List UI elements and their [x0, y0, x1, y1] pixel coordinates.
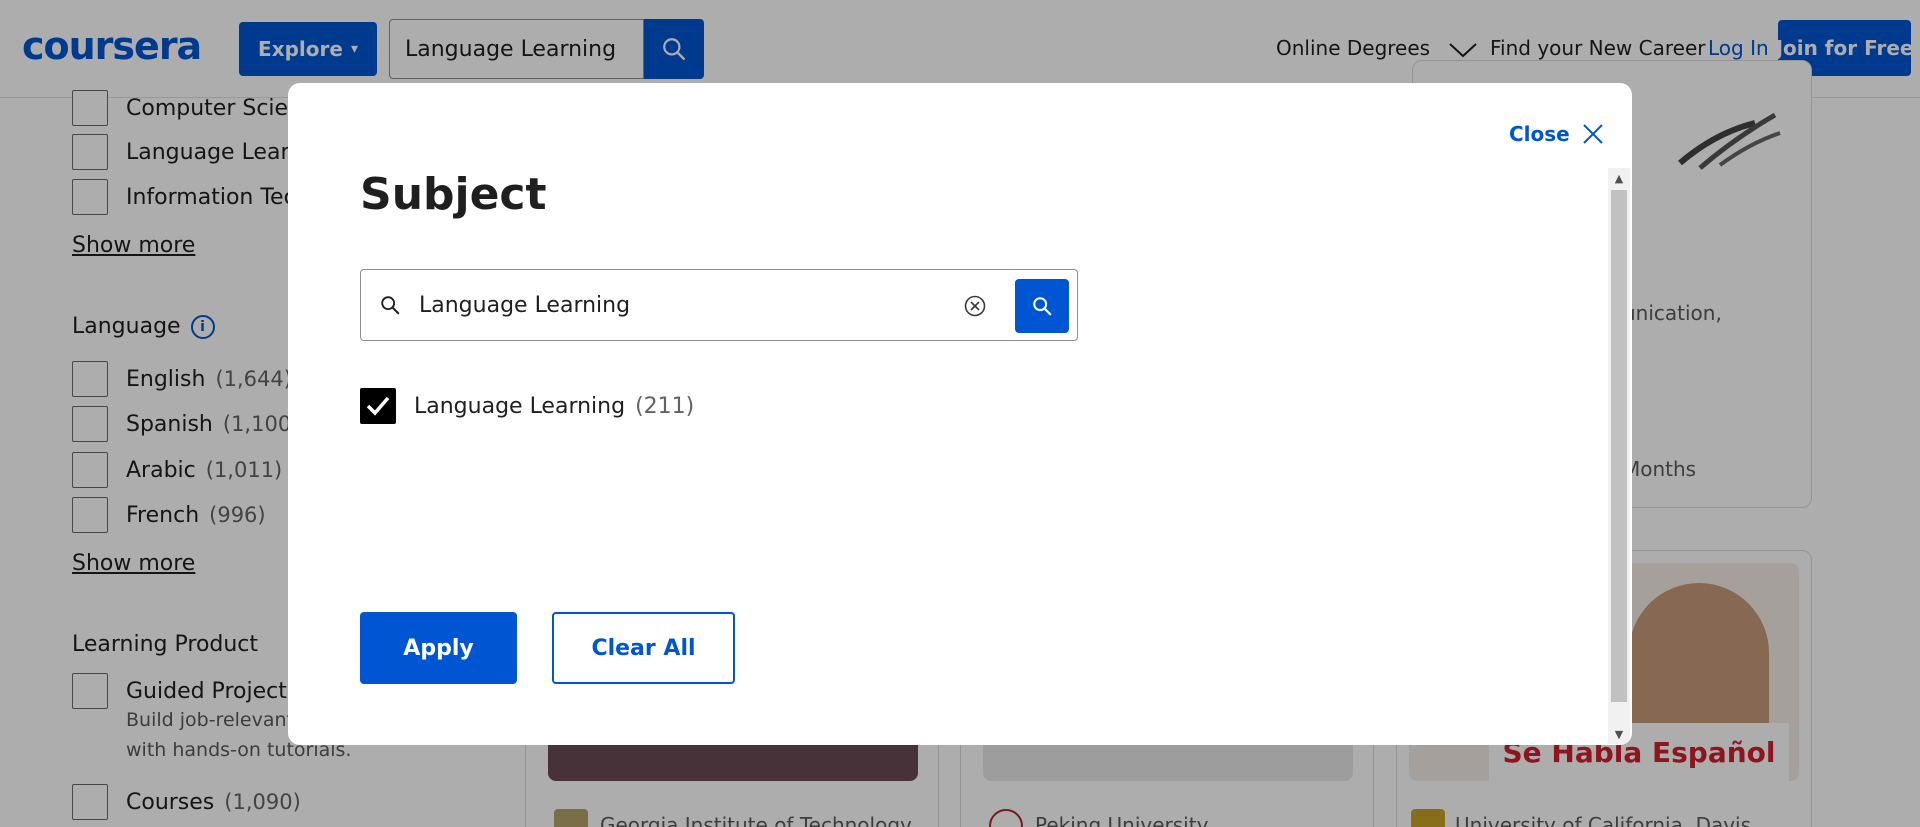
scroll-thumb[interactable]: [1611, 190, 1627, 702]
apply-button[interactable]: Apply: [360, 612, 517, 684]
close-icon: [1583, 124, 1603, 144]
close-button[interactable]: Close: [1509, 122, 1604, 146]
search-icon: [1033, 297, 1052, 316]
close-label: Close: [1509, 122, 1570, 146]
modal-title: Subject: [360, 169, 547, 220]
scroll-up-arrow[interactable]: ▲: [1608, 168, 1630, 188]
checkmark-icon: [366, 396, 390, 416]
modal-scrollbar[interactable]: ▲ ▼: [1608, 168, 1630, 744]
search-icon: [381, 296, 400, 315]
subject-search-input[interactable]: [419, 284, 939, 326]
scroll-down-arrow[interactable]: ▼: [1608, 724, 1630, 744]
clear-all-button[interactable]: Clear All: [552, 612, 735, 684]
clear-search-icon[interactable]: [964, 295, 986, 317]
checked-checkbox[interactable]: [360, 388, 396, 424]
subject-search-button[interactable]: [1015, 279, 1069, 333]
option-label: Language Learning: [414, 393, 626, 419]
option-count: (211): [635, 393, 695, 419]
subject-filter-modal: Close Subject Language Learning (211) Ap…: [288, 83, 1632, 745]
subject-search-box: [360, 269, 1078, 341]
subject-option[interactable]: Language Learning (211): [360, 388, 694, 424]
